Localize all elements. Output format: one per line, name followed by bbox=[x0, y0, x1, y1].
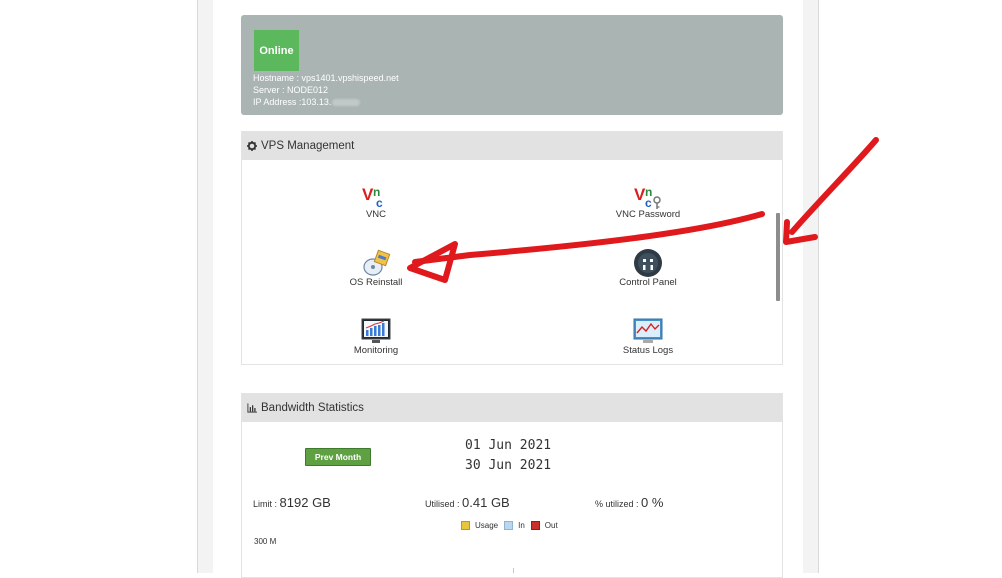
bar-chart-icon bbox=[247, 403, 257, 413]
legend-usage[interactable]: Usage bbox=[461, 521, 498, 530]
start-date: 01 Jun 2021 bbox=[465, 438, 552, 453]
ip-redaction-blur bbox=[332, 99, 361, 107]
control-panel-button[interactable]: Control Panel bbox=[588, 248, 708, 288]
percent-utilized-stat: % utilized : 0 % bbox=[595, 495, 663, 510]
os-reinstall-icon bbox=[363, 249, 391, 276]
legend-in[interactable]: In bbox=[504, 521, 525, 530]
bandwidth-statistics-title: Bandwidth Statistics bbox=[261, 402, 364, 414]
percent-utilized-label: % utilized : bbox=[595, 499, 639, 509]
legend-out[interactable]: Out bbox=[530, 521, 558, 530]
limit-stat: Limit : 8192 GB bbox=[253, 495, 331, 510]
monitoring-label: Monitoring bbox=[353, 345, 399, 356]
vnc-password-label: VNC Password bbox=[615, 209, 681, 220]
utilised-value: 0.41 GB bbox=[462, 495, 510, 510]
in-swatch bbox=[504, 521, 514, 530]
vps-management-header: VPS Management bbox=[242, 132, 782, 160]
percent-utilized-value: 0 % bbox=[641, 495, 664, 510]
panel-scrollbar[interactable] bbox=[776, 213, 780, 301]
svg-text:c: c bbox=[645, 196, 652, 210]
os-reinstall-label: OS Reinstall bbox=[349, 277, 403, 288]
end-date: 30 Jun 2021 bbox=[465, 458, 552, 473]
legend-usage-label: Usage bbox=[475, 521, 499, 530]
os-reinstall-button[interactable]: OS Reinstall bbox=[316, 248, 436, 288]
utilised-stat: Utilised : 0.41 GB bbox=[425, 495, 510, 510]
chart-bar-stub bbox=[513, 568, 514, 573]
y-axis-top-label: 300 M bbox=[254, 537, 277, 546]
control-panel-icon bbox=[634, 249, 662, 277]
limit-label: Limit : bbox=[253, 499, 278, 509]
status-logs-button[interactable]: Status Logs bbox=[588, 316, 708, 356]
status-logs-label: Status Logs bbox=[622, 345, 674, 356]
vnc-password-icon: V n c bbox=[634, 185, 661, 210]
server-status-card: Online Hostname : vps1401.vpshispeed.net… bbox=[241, 15, 783, 115]
legend-in-label: In bbox=[518, 521, 525, 530]
chart-legend: Usage In Out bbox=[461, 521, 564, 530]
vnc-label: VNC bbox=[365, 209, 387, 220]
usage-swatch bbox=[461, 521, 470, 530]
ip-address-line: IP Address :103.13. bbox=[253, 97, 361, 108]
bandwidth-statistics-header: Bandwidth Statistics bbox=[242, 394, 782, 422]
prev-month-button[interactable]: Prev Month bbox=[305, 448, 371, 466]
svg-text:c: c bbox=[376, 196, 383, 210]
utilised-label: Utilised : bbox=[425, 499, 460, 509]
vnc-icon: V n c bbox=[362, 185, 383, 210]
bandwidth-statistics-panel: Bandwidth Statistics bbox=[241, 393, 783, 578]
hostname-text: Hostname : vps1401.vpshispeed.net bbox=[253, 73, 399, 83]
monitoring-icon bbox=[361, 318, 391, 343]
monitoring-button[interactable]: Monitoring bbox=[316, 316, 436, 356]
ip-address-text: IP Address :103.13. bbox=[253, 97, 332, 107]
out-swatch bbox=[530, 521, 540, 530]
vnc-password-button[interactable]: V n c VNC Password bbox=[588, 180, 708, 220]
control-panel-label: Control Panel bbox=[619, 277, 677, 288]
server-text: Server : NODE012 bbox=[253, 85, 329, 95]
limit-value: 8192 GB bbox=[279, 495, 331, 510]
status-logs-icon bbox=[633, 318, 663, 343]
gear-icon bbox=[247, 141, 257, 151]
legend-out-label: Out bbox=[544, 521, 558, 530]
vnc-button[interactable]: V n c VNC bbox=[316, 180, 436, 220]
vps-management-title: VPS Management bbox=[261, 140, 355, 152]
status-badge: Online bbox=[254, 30, 299, 71]
